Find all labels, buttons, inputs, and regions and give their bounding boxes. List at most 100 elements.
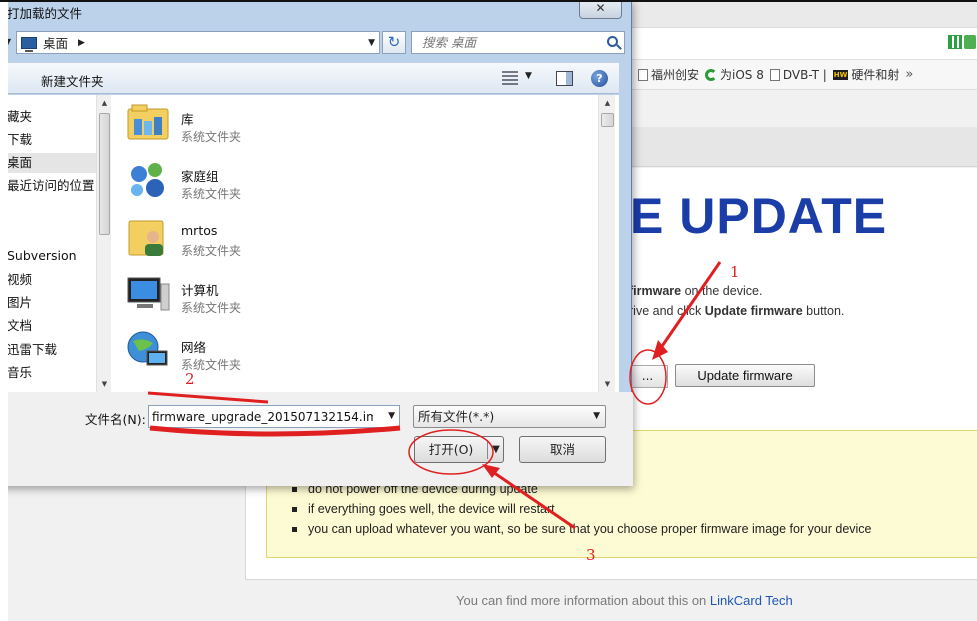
- warning-text: if everything goes well, the device will…: [308, 502, 555, 516]
- tree-item[interactable]: Subversion: [7, 246, 77, 266]
- breadcrumb-item[interactable]: 桌面: [43, 33, 68, 52]
- bookmark-item[interactable]: DVB-T |: [769, 68, 827, 82]
- tree-item[interactable]: 视频: [7, 270, 32, 290]
- footer: You can find more information about this…: [456, 593, 793, 608]
- tree-item[interactable]: 藏夹: [7, 107, 32, 127]
- warning-item: if everything goes well, the device will…: [292, 499, 872, 519]
- tree-item[interactable]: 图片: [7, 293, 32, 313]
- browse-button[interactable]: ...: [628, 365, 668, 388]
- qr-code-icon[interactable]: [948, 35, 962, 49]
- bullet-icon: [292, 526, 297, 532]
- bookmark-label: 为iOS 8: [720, 68, 764, 82]
- scroll-thumb[interactable]: [601, 113, 614, 127]
- page-icon: [638, 68, 648, 81]
- cancel-button[interactable]: 取消: [519, 436, 606, 463]
- instruction-line-2: rive and click Update firmware button.: [629, 304, 844, 318]
- new-folder-button[interactable]: 新建文件夹: [41, 71, 104, 90]
- homegroup-icon: [131, 163, 164, 197]
- file-type: 系统文件夹: [181, 244, 242, 258]
- dialog-toolbar: 新建文件夹 ▼ ?: [0, 62, 619, 94]
- bookmarks-more-button[interactable]: »: [905, 67, 913, 82]
- update-firmware-button[interactable]: Update firmware: [675, 364, 815, 387]
- help-icon[interactable]: ?: [591, 70, 608, 87]
- page-header-band: [628, 127, 977, 167]
- file-name: 家庭组: [181, 169, 219, 184]
- scrollbar[interactable]: ▲ ▼: [96, 95, 111, 392]
- file-item[interactable]: mrtos 系统文件夹: [125, 209, 425, 261]
- bookmark-label: 福州创安: [651, 68, 700, 82]
- file-item[interactable]: 库 系统文件夹: [125, 95, 425, 147]
- open-file-dialog: 打加载的文件 ✕ ▼ 桌面 ▶ ▼ ↻ 新建文件夹 ▼ ? 藏夹 下载 桌面 最…: [0, 0, 633, 486]
- tree-item[interactable]: 下载: [7, 130, 32, 150]
- instruction-text: rive and click: [629, 304, 705, 318]
- scrollbar[interactable]: ▲ ▼: [598, 95, 615, 392]
- instruction-bold: Update firmware: [704, 304, 803, 318]
- file-item[interactable]: 家庭组 系统文件夹: [125, 152, 425, 204]
- file-type: 系统文件夹: [181, 187, 242, 201]
- footer-text: You can find more information about this…: [456, 593, 710, 608]
- hw-icon: HW: [832, 69, 849, 80]
- refresh-button[interactable]: ↻: [382, 31, 406, 54]
- scroll-up-icon[interactable]: ▲: [599, 95, 616, 111]
- scroll-down-icon[interactable]: ▼: [97, 376, 112, 392]
- filename-input[interactable]: [149, 406, 375, 427]
- search-input[interactable]: [420, 32, 600, 53]
- tree-item-selected[interactable]: 桌面: [1, 153, 96, 173]
- network-icon: [127, 331, 168, 366]
- search-box[interactable]: [411, 31, 625, 54]
- chevron-down-icon[interactable]: ▼: [368, 38, 375, 48]
- file-item[interactable]: 网络 系统文件夹: [125, 323, 425, 375]
- scroll-thumb[interactable]: [99, 113, 110, 235]
- warning-list: do not power off the device during updat…: [292, 479, 872, 539]
- bookmark-item[interactable]: 福州创安: [638, 66, 699, 83]
- extension-icon[interactable]: [964, 35, 976, 49]
- footer-link[interactable]: LinkCard Tech: [710, 593, 793, 608]
- warning-item: you can upload whatever you want, so be …: [292, 519, 872, 539]
- navigation-tree: 藏夹 下载 桌面 最近访问的位置 Subversion 视频 图片 文档 迅雷下…: [1, 95, 111, 392]
- page-icon: [769, 68, 780, 81]
- scroll-up-icon[interactable]: ▲: [97, 95, 112, 111]
- split-divider: [487, 440, 488, 459]
- file-name: mrtos: [181, 223, 218, 238]
- filetype-select[interactable]: 所有文件(*.*) ▼: [413, 405, 606, 428]
- filename-combobox[interactable]: ▼: [148, 405, 400, 428]
- chevron-right-icon[interactable]: ▶: [78, 38, 85, 48]
- open-button-label[interactable]: 打开(O): [415, 437, 487, 462]
- tree-item[interactable]: 最近访问的位置: [7, 176, 95, 196]
- views-icon[interactable]: [502, 71, 518, 85]
- bookmark-item[interactable]: 为iOS 8: [705, 66, 764, 83]
- chevron-down-icon[interactable]: ▼: [388, 411, 395, 421]
- chevron-down-icon[interactable]: ▼: [593, 406, 600, 427]
- warning-text: you can upload whatever you want, so be …: [308, 522, 872, 536]
- file-list: 库 系统文件夹 家庭组 系统文件夹 mrtos 系统文件夹 计算机 系统文件夹 …: [111, 95, 619, 392]
- tree-item[interactable]: 迅雷下载: [7, 340, 57, 360]
- tree-item[interactable]: 音乐: [7, 363, 32, 383]
- preview-pane-icon[interactable]: [556, 71, 573, 86]
- bookmarks-bar: 福州创安 为iOS 8 DVB-T | HW 硬件和射 »: [628, 60, 977, 90]
- annotation-number: 1: [730, 263, 740, 281]
- file-type: 系统文件夹: [181, 301, 242, 315]
- instruction-text: on the device.: [681, 284, 763, 298]
- user-folder-icon: [128, 220, 164, 256]
- close-button[interactable]: ✕: [579, 0, 622, 19]
- file-item[interactable]: 计算机 系统文件夹: [125, 266, 425, 318]
- chevron-down-icon[interactable]: ▼: [525, 71, 532, 81]
- tab-strip: [628, 0, 977, 28]
- breadcrumb[interactable]: 桌面 ▶ ▼: [16, 31, 380, 54]
- annotation-number: 2: [185, 370, 195, 388]
- scroll-down-icon[interactable]: ▼: [599, 376, 616, 392]
- navigation-row: ▼ 桌面 ▶ ▼ ↻: [0, 31, 633, 55]
- bookmark-label: 硬件和射: [851, 68, 900, 82]
- chevron-down-icon[interactable]: ▼: [489, 437, 503, 462]
- filetype-value: 所有文件(*.*): [418, 409, 495, 424]
- computer-icon: [127, 277, 170, 311]
- open-button[interactable]: 打开(O) ▼: [414, 436, 504, 463]
- file-name: 库: [181, 112, 194, 127]
- filename-label: 文件名(N):: [85, 412, 146, 427]
- tree-item[interactable]: 文档: [7, 316, 32, 336]
- page-title: E UPDATE: [630, 188, 888, 244]
- search-icon[interactable]: [607, 36, 618, 47]
- dialog-title: 打加载的文件: [7, 6, 83, 21]
- bookmark-item[interactable]: HW 硬件和射: [832, 66, 900, 83]
- instruction-bold: firmware: [629, 284, 682, 298]
